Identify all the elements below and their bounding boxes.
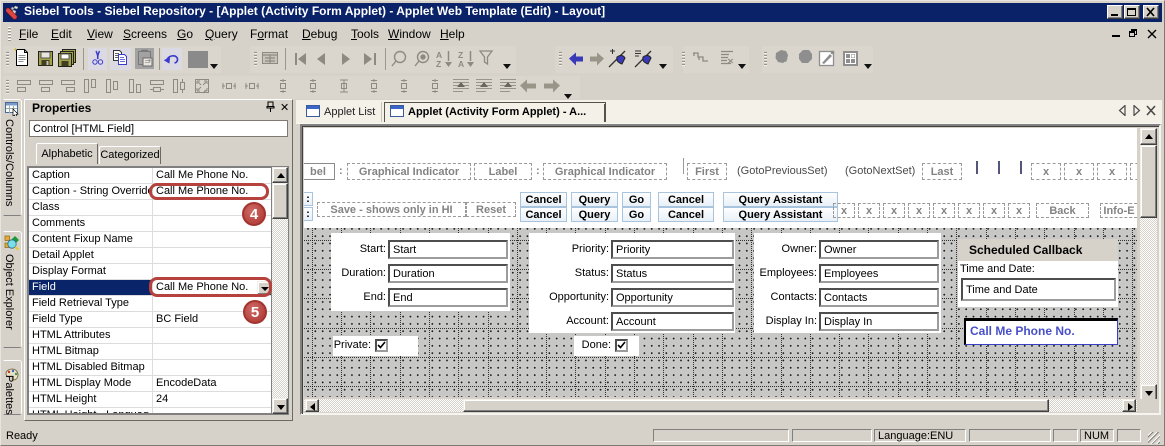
svg-text:A: A: [458, 59, 464, 69]
svg-text:Z: Z: [436, 59, 441, 69]
